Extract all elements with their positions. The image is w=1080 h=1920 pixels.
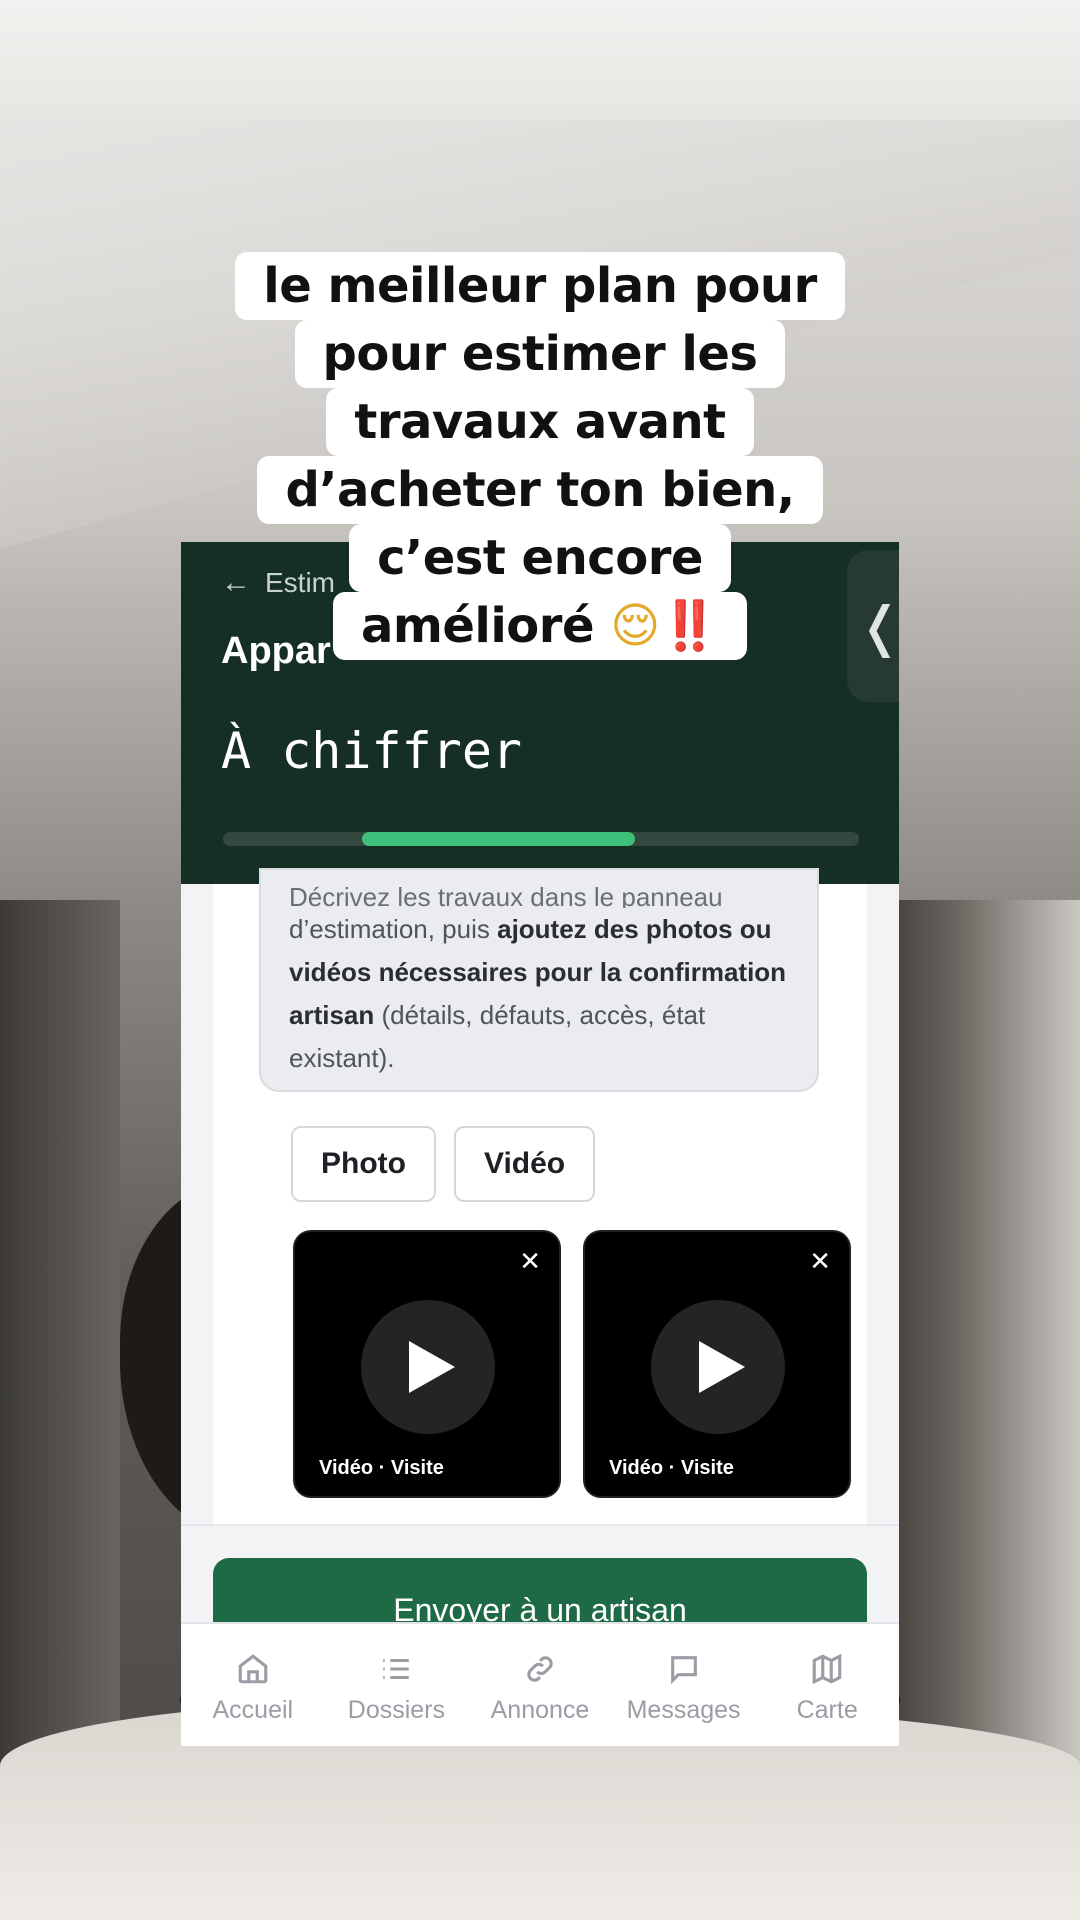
door-right xyxy=(880,900,1080,1800)
progress-bar xyxy=(223,832,859,846)
nav-item-dossiers[interactable]: Dossiers xyxy=(326,1652,466,1725)
bottom-nav: Accueil Dossiers Annonce Messages Carte xyxy=(181,1622,899,1746)
caption-line-last: amélioré 😌‼️ xyxy=(332,592,748,660)
nav-label: Dossiers xyxy=(347,1695,446,1724)
close-icon[interactable]: ✕ xyxy=(519,1246,541,1277)
info-text-1: d’estimation, puis xyxy=(289,914,498,944)
caption-line: c’est encore xyxy=(349,524,731,592)
photo-button[interactable]: Photo xyxy=(291,1126,436,1202)
emoji: 😌‼️ xyxy=(610,598,719,654)
media-buttons: Photo Vidéo xyxy=(291,1126,596,1202)
app-body: Décrivez les travaux dans le panneau d’e… xyxy=(181,868,899,1746)
home-icon xyxy=(238,1653,268,1683)
video-button[interactable]: Vidéo xyxy=(453,1126,596,1202)
video-thumbnail[interactable]: ✕ Vidéo · Visite xyxy=(293,1230,561,1498)
nav-item-accueil[interactable]: Accueil xyxy=(183,1652,323,1725)
video-label: Vidéo · Visite xyxy=(609,1457,734,1479)
caption-line: d’acheter ton bien, xyxy=(257,456,823,524)
link-icon xyxy=(527,1655,553,1682)
nav-item-annonce[interactable]: Annonce xyxy=(470,1652,610,1725)
status-title: À chiffrer xyxy=(221,722,523,780)
list-icon xyxy=(383,1658,410,1679)
estimation-panel: Décrivez les travaux dans le panneau d’e… xyxy=(213,868,867,1524)
divider xyxy=(181,1524,899,1526)
play-icon[interactable] xyxy=(361,1300,495,1434)
double-exclamation-icon: ‼️ xyxy=(659,598,720,654)
caption-line: pour estimer les xyxy=(294,320,786,388)
progress-fill xyxy=(362,832,635,846)
nav-item-messages[interactable]: Messages xyxy=(614,1652,754,1725)
caption-line: le meilleur plan pour xyxy=(235,252,845,320)
info-cut-text: Décrivez les travaux dans le panneau xyxy=(289,886,723,908)
video-label: Vidéo · Visite xyxy=(319,1457,444,1479)
caption-line: travaux avant xyxy=(326,388,754,456)
map-icon xyxy=(812,1653,842,1684)
nav-item-carte[interactable]: Carte xyxy=(757,1652,897,1725)
caption-text: amélioré xyxy=(360,598,595,654)
ceiling-beam xyxy=(0,0,1080,120)
nav-label: Accueil xyxy=(212,1695,294,1724)
video-list: ✕ Vidéo · Visite ✕ Vidéo · Visite xyxy=(293,1230,851,1498)
nav-label: Carte xyxy=(796,1695,858,1724)
close-icon[interactable]: ✕ xyxy=(809,1246,831,1277)
relieved-face-icon: 😌 xyxy=(610,598,660,654)
play-icon[interactable] xyxy=(651,1300,785,1434)
nav-label: Annonce xyxy=(490,1695,590,1724)
caption: le meilleur plan pour pour estimer les t… xyxy=(0,252,1080,660)
message-icon xyxy=(670,1655,697,1684)
app-screenshot: ← Estim Appar À chiffrer ❬ Décrivez les … xyxy=(181,542,899,1746)
video-thumbnail[interactable]: ✕ Vidéo · Visite xyxy=(583,1230,851,1498)
info-box: Décrivez les travaux dans le panneau d’e… xyxy=(259,868,819,1092)
nav-label: Messages xyxy=(626,1695,741,1724)
